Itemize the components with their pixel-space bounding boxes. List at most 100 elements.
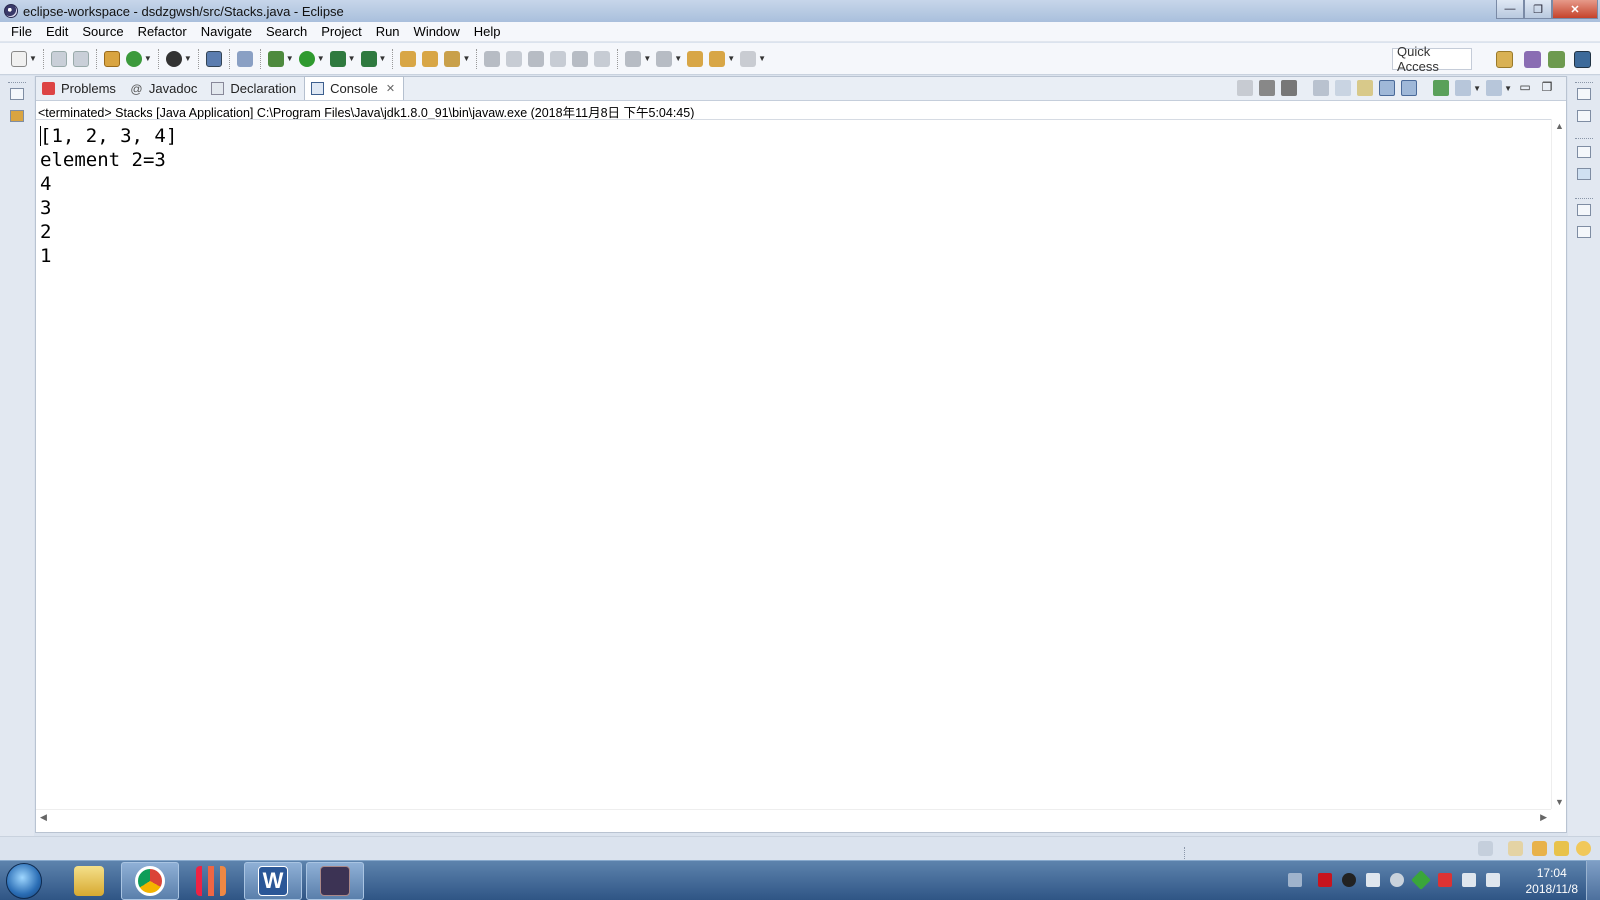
taskbar-explorer[interactable] (60, 862, 118, 900)
chevron-down-icon[interactable]: ▼ (144, 54, 152, 63)
chevron-down-icon[interactable]: ▼ (29, 54, 37, 63)
trim-handle[interactable] (1575, 138, 1593, 139)
taskbar-eclipse[interactable] (306, 862, 364, 900)
trim-handle[interactable] (8, 82, 26, 83)
restore-view-icon[interactable] (1577, 146, 1591, 158)
show-on-stderr-icon[interactable] (1401, 80, 1418, 96)
scroll-down-icon[interactable]: ▼ (1555, 797, 1564, 807)
display-selected-console-icon[interactable] (1455, 80, 1472, 96)
keyboard-icon[interactable] (1288, 873, 1302, 887)
new-java-package-icon[interactable] (103, 50, 120, 67)
menu-run[interactable]: Run (369, 24, 407, 39)
terminate-icon[interactable] (1237, 80, 1254, 96)
trim-handle[interactable] (1575, 198, 1593, 199)
security-icon[interactable] (1411, 870, 1431, 890)
external-tools-icon[interactable] (360, 50, 377, 67)
toggle-annotations-icon[interactable] (484, 50, 501, 67)
network-icon[interactable] (1462, 873, 1476, 887)
quick-access-input[interactable]: Quick Access (1392, 44, 1472, 74)
taskbar-chrome[interactable] (121, 862, 179, 900)
new-icon[interactable] (11, 50, 27, 67)
close-button[interactable]: ✕ (1552, 0, 1598, 19)
start-button[interactable] (6, 863, 42, 899)
show-on-stdout-icon[interactable] (1379, 80, 1396, 96)
restore-view-icon[interactable] (1577, 204, 1591, 216)
word-wrap-icon[interactable] (550, 50, 567, 67)
profile-icon[interactable] (165, 50, 182, 67)
java-perspective-icon[interactable] (1574, 51, 1591, 68)
open-console-icon[interactable] (205, 50, 222, 67)
scroll-lock-icon[interactable] (1335, 80, 1352, 96)
flag-icon[interactable] (1438, 873, 1452, 887)
restore-view-icon[interactable] (1577, 88, 1591, 100)
chevron-down-icon[interactable]: ▼ (727, 54, 735, 63)
open-task-icon[interactable] (422, 50, 439, 67)
show-whitespace-icon[interactable] (572, 50, 589, 67)
samples-icon[interactable] (1576, 841, 1591, 856)
restore-button[interactable]: ❐ (1524, 0, 1552, 19)
acrobat-icon[interactable] (1318, 873, 1332, 887)
chevron-down-icon[interactable]: ▼ (462, 54, 470, 63)
qq-icon[interactable] (1342, 873, 1356, 887)
scroll-up-icon[interactable]: ▲ (1555, 121, 1564, 131)
clear-console-icon[interactable] (1313, 80, 1330, 96)
chevron-down-icon[interactable]: ▼ (674, 54, 682, 63)
debug-perspective-icon[interactable] (1524, 51, 1541, 68)
chevron-down-icon[interactable]: ▼ (1504, 84, 1512, 93)
scroll-right-icon[interactable]: ▶ (1540, 812, 1547, 823)
menu-search[interactable]: Search (259, 24, 314, 39)
previous-annotation-icon[interactable] (656, 50, 673, 67)
maximize-view-icon[interactable]: ❐ (1539, 80, 1555, 96)
remove-launch-icon[interactable] (1259, 80, 1276, 96)
coverage-icon[interactable] (329, 50, 346, 67)
chevron-down-icon[interactable]: ▼ (758, 54, 766, 63)
menu-navigate[interactable]: Navigate (194, 24, 259, 39)
chevron-down-icon[interactable]: ▼ (379, 54, 387, 63)
chevron-down-icon[interactable]: ▼ (286, 54, 294, 63)
chevron-down-icon[interactable]: ▼ (317, 54, 325, 63)
block-selection-icon[interactable] (528, 50, 545, 67)
chevron-down-icon[interactable]: ▼ (348, 54, 356, 63)
last-edit-location-icon[interactable] (687, 50, 704, 67)
paragraph-icon[interactable] (594, 50, 611, 67)
editor-area-icon[interactable] (1577, 226, 1591, 238)
task-list-icon[interactable] (1577, 110, 1591, 122)
horizontal-scrollbar[interactable]: ◀ ▶ (36, 809, 1551, 825)
bluetooth-icon[interactable] (1390, 873, 1404, 887)
remove-all-terminated-icon[interactable] (1281, 80, 1298, 96)
tab-problems[interactable]: Problems (36, 77, 124, 100)
minimize-button[interactable]: — (1496, 0, 1524, 19)
network-share-icon[interactable] (1366, 873, 1380, 887)
menu-file[interactable]: File (4, 24, 39, 39)
restore-view-icon[interactable] (10, 88, 24, 100)
word-wrap-icon[interactable] (1357, 80, 1374, 96)
menu-project[interactable]: Project (314, 24, 368, 39)
open-perspective-icon[interactable] (1496, 51, 1513, 68)
pin-console-icon[interactable] (1433, 80, 1450, 96)
menu-source[interactable]: Source (75, 24, 130, 39)
open-type-icon[interactable] (400, 50, 417, 67)
scroll-left-icon[interactable]: ◀ (40, 812, 47, 823)
open-console-icon[interactable] (1486, 80, 1503, 96)
system-clock[interactable]: 17:04 2018/11/8 (1526, 865, 1579, 897)
forward-arrow-icon[interactable] (740, 50, 757, 67)
tab-javadoc[interactable]: @ Javadoc (124, 77, 205, 100)
java-ee-perspective-icon[interactable] (1548, 51, 1565, 68)
edit-icon[interactable] (1554, 841, 1569, 856)
tab-declaration[interactable]: Declaration (205, 77, 304, 100)
menu-window[interactable]: Window (407, 24, 467, 39)
trim-handle[interactable] (1575, 82, 1593, 83)
tutorial-icon[interactable] (1532, 841, 1547, 856)
tab-console[interactable]: Console ✕ (304, 76, 405, 100)
close-icon[interactable]: ✕ (386, 82, 395, 95)
volume-muted-icon[interactable] (1486, 873, 1500, 887)
debug-icon[interactable] (267, 50, 284, 67)
chevron-down-icon[interactable]: ▼ (184, 54, 192, 63)
taskbar-word[interactable]: W (244, 862, 302, 900)
show-desktop-button[interactable] (1586, 861, 1600, 900)
progress-icon[interactable] (1478, 841, 1493, 856)
search-icon[interactable] (444, 50, 461, 67)
save-icon[interactable] (50, 50, 67, 67)
console-output[interactable]: [1, 2, 3, 4] element 2=3 4 3 2 1 (36, 119, 1551, 809)
minimize-view-icon[interactable]: ▭ (1517, 80, 1533, 96)
